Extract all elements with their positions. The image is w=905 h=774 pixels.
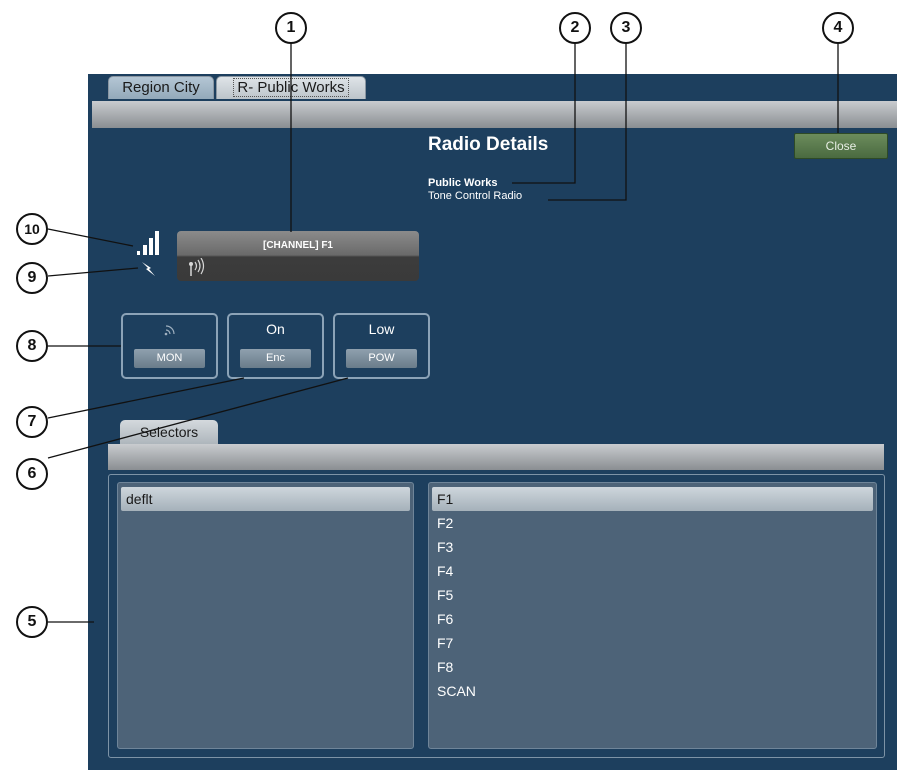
callout-7: 7: [16, 406, 48, 438]
callout-6: 6: [16, 458, 48, 490]
callout-9: 9: [16, 262, 48, 294]
callout-5: 5: [16, 606, 48, 638]
callout-3: 3: [610, 12, 642, 44]
callout-2: 2: [559, 12, 591, 44]
callout-8: 8: [16, 330, 48, 362]
callout-1: 1: [275, 12, 307, 44]
callout-4: 4: [822, 12, 854, 44]
callout-10: 10: [16, 213, 48, 245]
callout-lines: [47, 42, 839, 623]
